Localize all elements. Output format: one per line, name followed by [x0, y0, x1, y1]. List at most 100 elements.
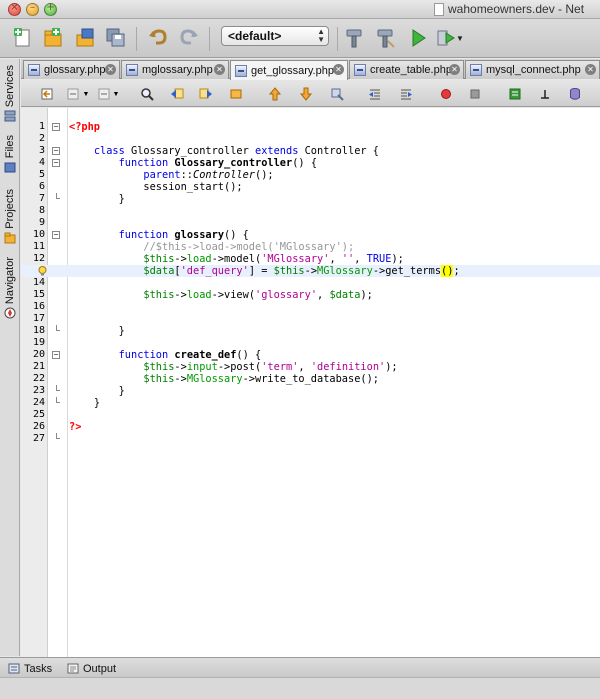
code-line[interactable]: 9	[21, 217, 600, 229]
code-line[interactable]: 12 $this->load->model('MGlossary', '', T…	[21, 253, 600, 265]
code-line[interactable]: 15 $this->load->view('glossary', $data);	[21, 289, 600, 301]
forward-button[interactable]	[95, 85, 113, 103]
previous-bookmark-button[interactable]	[266, 85, 284, 103]
tab-label: glossary.php	[44, 64, 106, 76]
php-file-icon	[354, 64, 366, 76]
code-line[interactable]: 4 − function Glossary_controller() {	[21, 157, 600, 169]
line-number: 14	[32, 277, 45, 288]
code-line[interactable]: 6 session_start();	[21, 181, 600, 193]
output-tab-label: Output	[83, 662, 117, 675]
fold-toggle-icon[interactable]: −	[52, 147, 60, 155]
close-tab-icon[interactable]: ✕	[585, 64, 596, 75]
code-line[interactable]: 21 $this->input->post('term', 'definitio…	[21, 361, 600, 373]
back-icon	[67, 88, 79, 100]
find-button[interactable]	[138, 85, 156, 103]
code-line[interactable]: 7 }	[21, 193, 600, 205]
code-line[interactable]: 5 parent::Controller();	[21, 169, 600, 181]
output-tab[interactable]: Output	[67, 661, 116, 676]
forward-dropdown-button[interactable]: ▼	[112, 85, 120, 103]
uncomment-button[interactable]	[506, 85, 524, 103]
code-line[interactable]: 16	[21, 301, 600, 313]
close-tab-icon[interactable]: ✕	[333, 64, 344, 75]
line-number: 16	[32, 301, 45, 312]
line-number: 17	[32, 313, 45, 324]
toggle-highlight-button[interactable]	[227, 85, 245, 103]
find-next-button[interactable]	[197, 85, 215, 103]
comment-button[interactable]	[536, 85, 554, 103]
new-project-button[interactable]	[40, 25, 66, 51]
fold-end-marker	[56, 397, 60, 403]
toolbar-separator	[209, 27, 210, 51]
sidebar-tab-files[interactable]: Files	[0, 135, 20, 173]
tab-create-table-php[interactable]: create_table.php ✕	[349, 60, 464, 79]
undo-button[interactable]	[145, 25, 171, 51]
debug-dropdown-button[interactable]: ▼	[454, 25, 466, 51]
tab-mglossary-php[interactable]: mglossary.php ✕	[121, 60, 229, 79]
find-previous-button[interactable]	[168, 85, 186, 103]
start-macro-button[interactable]	[437, 85, 455, 103]
code-token: () {	[236, 349, 262, 361]
code-line[interactable]: 24 }	[21, 397, 600, 409]
back-button[interactable]	[64, 85, 82, 103]
stop-macro-button[interactable]	[466, 85, 484, 103]
code-line[interactable]: 18 }	[21, 325, 600, 337]
code-token: Controller	[193, 169, 256, 181]
zoom-window-button[interactable]: +	[44, 2, 57, 16]
sidebar-tab-label: Projects	[4, 189, 16, 229]
code-line[interactable]: 17	[21, 313, 600, 325]
database-button[interactable]	[566, 85, 584, 103]
code-line[interactable]: 19	[21, 337, 600, 349]
sidebar-tab-navigator[interactable]: Navigator	[0, 257, 20, 319]
run-button[interactable]	[405, 25, 431, 51]
clean-build-button[interactable]	[372, 25, 398, 51]
current-code-line[interactable]: $data['def_query'] = $this->MGlossary->g…	[21, 265, 600, 277]
code-line[interactable]: 8	[21, 205, 600, 217]
variable: $this	[143, 253, 175, 265]
close-tab-icon[interactable]: ✕	[214, 64, 225, 75]
tab-get-glossary-php[interactable]: get_glossary.php ✕	[230, 60, 348, 80]
code-line[interactable]: 26 ?>	[21, 421, 600, 433]
tab-mysql-connect-php[interactable]: mysql_connect.php ✕	[465, 60, 600, 79]
build-button[interactable]	[341, 25, 367, 51]
close-tab-icon[interactable]: ✕	[105, 64, 116, 75]
code-editor[interactable]: 1 − <?php 2 3 − class Glossary_controlle…	[21, 108, 600, 657]
sidebar-tab-projects[interactable]: Projects	[0, 189, 20, 244]
toggle-bookmark-button[interactable]	[328, 85, 346, 103]
code-line[interactable]: 25	[21, 409, 600, 421]
last-edit-button[interactable]	[38, 85, 56, 103]
save-all-button[interactable]	[103, 25, 129, 51]
code-line[interactable]: 23 }	[21, 385, 600, 397]
open-project-button[interactable]	[72, 25, 98, 51]
tasks-tab[interactable]: Tasks	[8, 661, 52, 676]
code-line[interactable]: 20 − function create_def() {	[21, 349, 600, 361]
code-line[interactable]: 22 $this->MGlossary->write_to_database()…	[21, 373, 600, 385]
shift-right-button[interactable]	[397, 85, 415, 103]
next-bookmark-button[interactable]	[297, 85, 315, 103]
fold-toggle-icon[interactable]: −	[52, 159, 60, 167]
code-line[interactable]: 3 − class Glossary_controller extends Co…	[21, 145, 600, 157]
fold-toggle-icon[interactable]: −	[52, 351, 60, 359]
fold-toggle-icon[interactable]: −	[52, 231, 60, 239]
new-file-button[interactable]	[10, 25, 36, 51]
minimize-window-button[interactable]: –	[26, 2, 39, 16]
configuration-select[interactable]: <default> ▲ ▼	[221, 26, 329, 46]
code-token: ,	[298, 361, 311, 373]
back-dropdown-button[interactable]: ▼	[82, 85, 90, 103]
code-line[interactable]: 14	[21, 277, 600, 289]
code-line[interactable]: 11 //$this->load->model('MGlossary');	[21, 241, 600, 253]
fold-end-marker	[56, 325, 60, 331]
lightbulb-hint-icon[interactable]	[38, 266, 47, 276]
code-line[interactable]: 10 − function glossary() {	[21, 229, 600, 241]
sidebar-tab-services[interactable]: Services	[0, 65, 20, 122]
variable: $this	[273, 265, 305, 277]
close-tab-icon[interactable]: ✕	[449, 64, 460, 75]
code-line[interactable]: 2	[21, 133, 600, 145]
tab-glossary-php[interactable]: glossary.php ✕	[23, 60, 120, 79]
code-line[interactable]: 1 − <?php	[21, 121, 600, 133]
close-window-button[interactable]: ×	[8, 2, 21, 16]
shift-left-button[interactable]	[366, 85, 384, 103]
code-line[interactable]: 27	[21, 433, 600, 445]
fold-toggle-icon[interactable]: −	[52, 123, 60, 131]
shift-right-icon	[401, 89, 412, 100]
redo-button[interactable]	[176, 25, 202, 51]
